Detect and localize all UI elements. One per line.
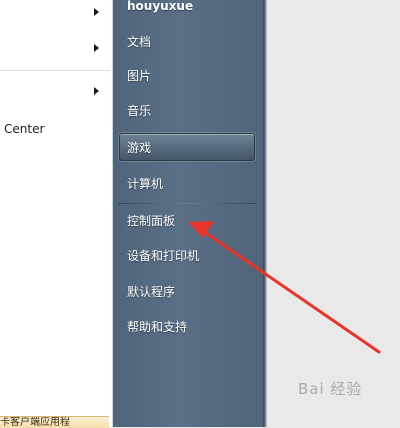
program-list-divider	[0, 70, 110, 71]
submenu-arrow-icon[interactable]	[94, 8, 99, 16]
submenu-arrow-icon[interactable]	[94, 87, 99, 95]
menu-item-control-panel[interactable]: 控制面板	[127, 213, 175, 229]
menu-item-user-name[interactable]: houyuxue	[127, 0, 193, 14]
menu-item-default-programs[interactable]: 默认程序	[127, 284, 175, 300]
menu-item-pictures[interactable]: 图片	[127, 68, 151, 84]
menu-item-devices-printers[interactable]: 设备和打印机	[127, 248, 199, 264]
menu-item-games[interactable]: 游戏	[127, 140, 151, 156]
menu-item-computer[interactable]: 计算机	[127, 176, 163, 192]
watermark: Bai 经验	[298, 380, 363, 398]
menu-item-documents[interactable]: 文档	[127, 34, 151, 50]
menu-item-music[interactable]: 音乐	[127, 103, 151, 119]
tooltip-strip: 卡客户端应用程	[0, 416, 109, 428]
submenu-arrow-icon[interactable]	[94, 44, 99, 52]
program-list-item-partial[interactable]: Center	[4, 122, 44, 136]
program-list-panel: Center 卡客户端应用程	[0, 0, 113, 428]
menu-divider	[118, 203, 256, 204]
panel-edge	[264, 0, 267, 427]
menu-item-help-support[interactable]: 帮助和支持	[127, 319, 187, 335]
